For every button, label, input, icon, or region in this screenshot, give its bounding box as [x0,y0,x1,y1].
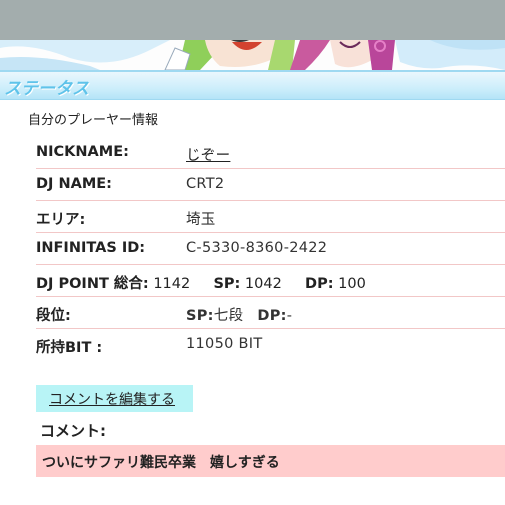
area-row: エリア: 埼玉 [36,201,505,233]
dj-point-total: 1142 [153,276,191,292]
dj-point-sp-value: 1042 [244,276,282,292]
dj-name-value: CRT2 [186,176,225,192]
comment-text: ついにサファリ難民卒業 嬉しすぎる [36,445,505,477]
dj-name-row: DJ NAME: CRT2 [36,169,505,201]
player-info-table: NICKNAME: じぞー DJ NAME: CRT2 エリア: 埼玉 INFI… [36,137,505,361]
dan-sp-label: SP: [186,308,214,324]
area-label: エリア: [36,212,86,228]
player-info-subtitle: 自分のプレーヤー情報 [28,113,159,128]
bit-row: 所持BIT : 11050 BIT [36,329,505,361]
dj-point-sp-label: SP: [213,276,241,292]
section-title: ステータス [4,79,89,99]
nickname-row: NICKNAME: じぞー [36,137,505,169]
dj-point-row: DJ POINT 総合: 1142 SP: 1042 DP: 100 [36,265,505,297]
dj-point-line: DJ POINT 総合: 1142 SP: 1042 DP: 100 [36,272,366,293]
dan-value: SP:七段 DP:- [186,304,292,325]
infinitas-id-value: C-5330-8360-2422 [186,240,328,256]
dj-name-label: DJ NAME: [36,176,112,192]
dj-point-dp-value: 100 [338,276,366,292]
infinitas-id-label: INFINITAS ID: [36,240,146,256]
area-value: 埼玉 [186,212,216,228]
dan-sp-value: 七段 [213,308,244,324]
comment-label: コメント: [40,422,106,440]
bit-value: 11050 BIT [186,336,263,352]
dan-dp-value: - [286,308,293,324]
top-bar [0,0,505,40]
character-banner-image [0,40,505,70]
dj-point-label: DJ POINT 総合: [36,276,149,292]
edit-comment-button[interactable]: コメントを編集する [36,385,193,412]
section-header: ステータス [0,70,505,100]
dj-point-dp-label: DP: [305,276,334,292]
dan-dp-label: DP: [257,308,287,324]
nickname-link[interactable]: じぞー [186,144,230,165]
dan-row: 段位: SP:七段 DP:- [36,297,505,329]
dan-label: 段位: [36,308,71,324]
bit-label: 所持BIT : [36,340,103,356]
infinitas-id-row: INFINITAS ID: C-5330-8360-2422 [36,233,505,265]
nickname-label: NICKNAME: [36,144,129,160]
